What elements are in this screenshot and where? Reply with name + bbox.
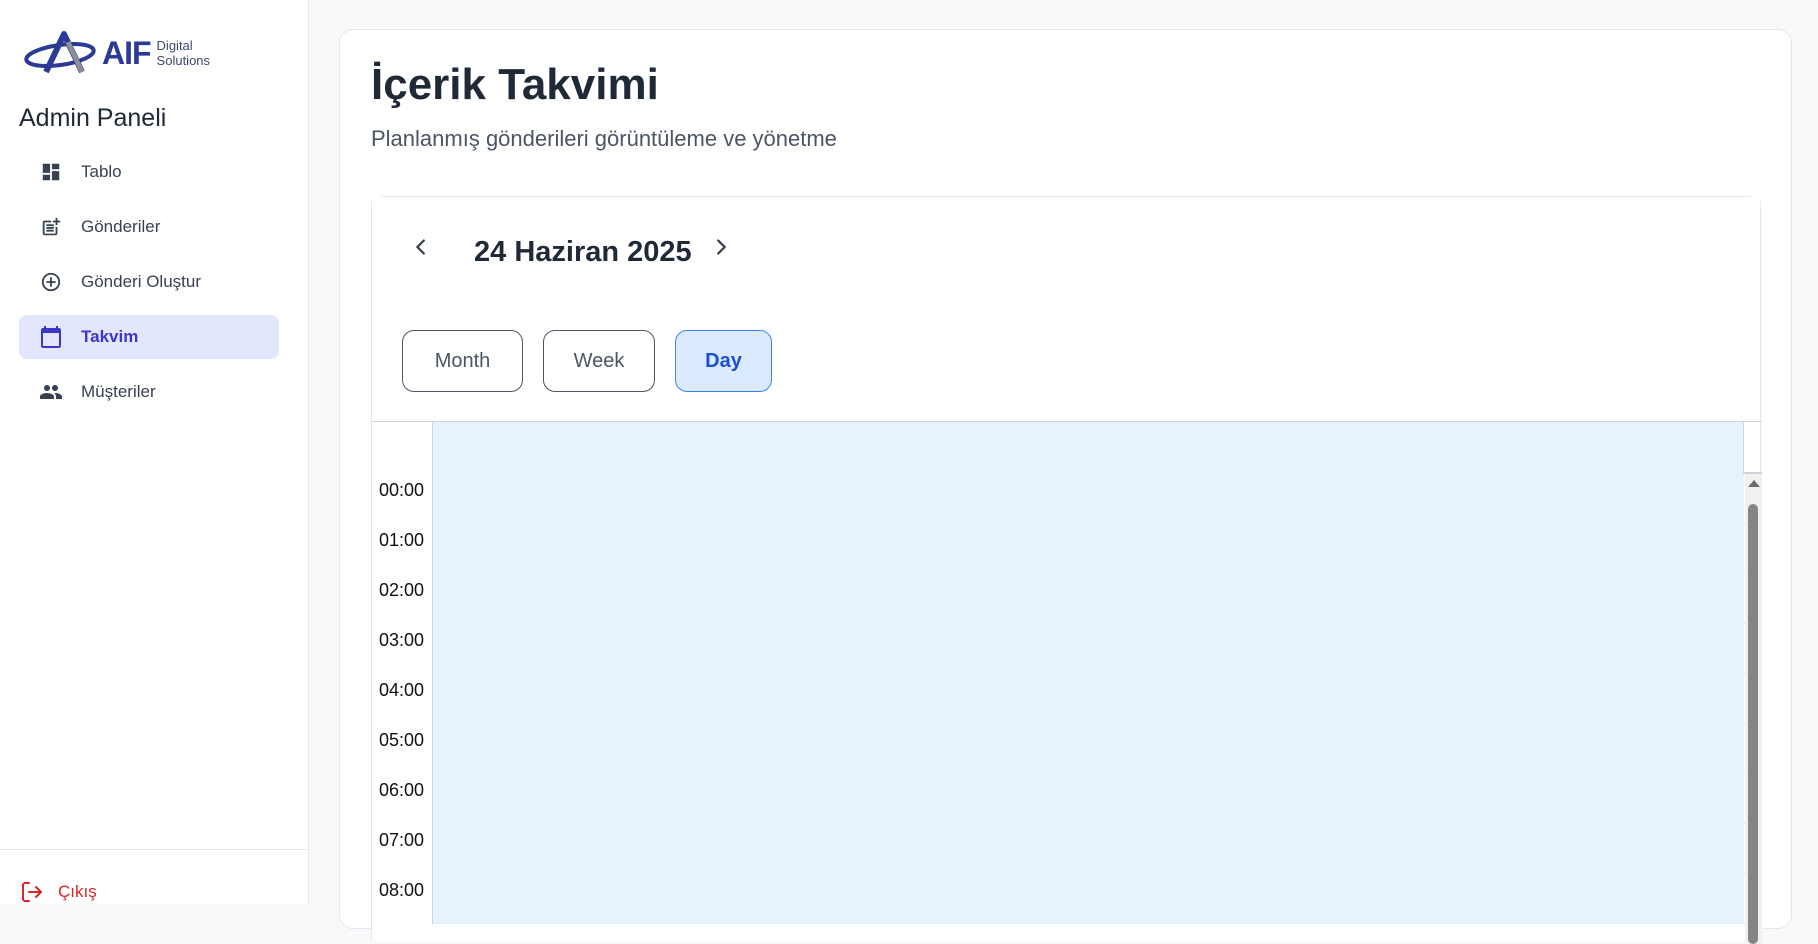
scroll-up-arrow-icon[interactable] bbox=[1748, 480, 1760, 487]
hour-label: 05:00 bbox=[372, 724, 433, 774]
day-view-button[interactable]: Day bbox=[675, 330, 772, 392]
time-slot[interactable] bbox=[433, 724, 1744, 774]
hour-row: 08:00 bbox=[372, 874, 1762, 924]
grid-scrollbar[interactable] bbox=[1745, 474, 1762, 944]
people-icon bbox=[39, 380, 63, 404]
half-hour-line bbox=[433, 599, 1744, 600]
hour-label: 03:00 bbox=[372, 624, 433, 674]
day-column-header[interactable] bbox=[433, 422, 1744, 474]
hour-row: 04:00 bbox=[372, 674, 1762, 724]
sidebar-nav: Tablo Gönderiler Gönderi Oluştur Takvim … bbox=[19, 150, 279, 425]
hour-label: 02:00 bbox=[372, 574, 433, 624]
logout-button[interactable]: Çıkış bbox=[20, 880, 97, 904]
month-view-button[interactable]: Month bbox=[402, 330, 523, 392]
half-hour-line bbox=[433, 749, 1744, 750]
half-hour-line bbox=[433, 699, 1744, 700]
logo-icon bbox=[24, 31, 96, 74]
post-add-icon bbox=[39, 215, 63, 239]
calendar-toolbar: 24 Haziran 2025 bbox=[372, 201, 1760, 301]
brand-subtitle: Digital Solutions bbox=[157, 38, 210, 68]
dashboard-icon bbox=[39, 160, 63, 184]
week-view-button[interactable]: Week bbox=[543, 330, 655, 392]
hour-row: 00:00 bbox=[372, 474, 1762, 524]
sidebar-item-label: Gönderiler bbox=[81, 217, 161, 236]
time-slot[interactable] bbox=[433, 474, 1744, 524]
chevron-left-icon bbox=[416, 239, 425, 255]
time-gutter-header bbox=[372, 422, 433, 474]
hour-label: 04:00 bbox=[372, 674, 433, 724]
card-divider bbox=[381, 196, 1751, 197]
time-slot[interactable] bbox=[433, 674, 1744, 724]
brand-sub-line2: Solutions bbox=[156, 53, 211, 68]
current-date: 24 Haziran 2025 bbox=[474, 236, 692, 268]
hour-label: 08:00 bbox=[372, 874, 433, 924]
hour-row: 07:00 bbox=[372, 824, 1762, 874]
half-hour-line bbox=[433, 649, 1744, 650]
admin-panel-title: Admin Paneli bbox=[19, 104, 167, 132]
add-circle-icon bbox=[39, 270, 63, 294]
time-slot[interactable] bbox=[433, 624, 1744, 674]
sidebar-item-gonderi-olustur[interactable]: Gönderi Oluştur bbox=[19, 260, 279, 304]
sidebar-divider bbox=[0, 849, 309, 850]
time-slot[interactable] bbox=[433, 824, 1744, 874]
next-day-button[interactable] bbox=[705, 231, 737, 263]
half-hour-line bbox=[433, 549, 1744, 550]
hour-row: 05:00 bbox=[372, 724, 1762, 774]
hour-row: 02:00 bbox=[372, 574, 1762, 624]
calendar: 24 Haziran 2025 Month Week Day 00:00 01:… bbox=[371, 201, 1762, 944]
time-slot[interactable] bbox=[433, 524, 1744, 574]
brand-sub-line1: Digital bbox=[156, 38, 193, 53]
hour-label: 07:00 bbox=[372, 824, 433, 874]
logout-label: Çıkış bbox=[58, 882, 97, 901]
logout-icon bbox=[20, 880, 44, 904]
chevron-right-icon bbox=[717, 239, 726, 255]
hour-label: 01:00 bbox=[372, 524, 433, 574]
time-slot[interactable] bbox=[433, 874, 1744, 924]
sidebar-item-label: Tablo bbox=[81, 162, 122, 181]
hour-label: 06:00 bbox=[372, 774, 433, 824]
sidebar-item-label: Takvim bbox=[81, 327, 139, 346]
sidebar: AIF Digital Solutions Admin Paneli Tablo… bbox=[0, 0, 309, 904]
sidebar-item-gonderiler[interactable]: Gönderiler bbox=[19, 205, 279, 249]
time-slot[interactable] bbox=[433, 774, 1744, 824]
grid-header bbox=[372, 422, 1762, 474]
hour-row: 06:00 bbox=[372, 774, 1762, 824]
half-hour-line bbox=[433, 899, 1744, 900]
scroll-thumb[interactable] bbox=[1748, 504, 1758, 944]
sidebar-item-tablo[interactable]: Tablo bbox=[19, 150, 279, 194]
half-hour-line bbox=[433, 799, 1744, 800]
sidebar-item-label: Müşteriler bbox=[81, 382, 156, 401]
hour-row: 01:00 bbox=[372, 524, 1762, 574]
time-slot[interactable] bbox=[433, 574, 1744, 624]
sidebar-item-takvim[interactable]: Takvim bbox=[19, 315, 279, 359]
page-subtitle: Planlanmış gönderileri görüntüleme ve yö… bbox=[371, 126, 837, 151]
hour-label: 00:00 bbox=[372, 474, 433, 524]
page-title: İçerik Takvimi bbox=[371, 60, 659, 109]
day-grid: 00:00 01:00 02:00 03:00 04:00 05:00 06:0… bbox=[372, 421, 1762, 944]
sidebar-item-musteriler[interactable]: Müşteriler bbox=[19, 370, 279, 414]
half-hour-line bbox=[433, 849, 1744, 850]
half-hour-line bbox=[433, 499, 1744, 500]
content-card: İçerik Takvimi Planlanmış gönderileri gö… bbox=[339, 29, 1792, 944]
brand-name: AIF bbox=[102, 34, 152, 71]
sidebar-item-label: Gönderi Oluştur bbox=[81, 272, 201, 291]
calendar-icon bbox=[39, 325, 63, 349]
hour-row: 03:00 bbox=[372, 624, 1762, 674]
time-grid: 00:00 01:00 02:00 03:00 04:00 05:00 06:0… bbox=[372, 474, 1762, 944]
prev-day-button[interactable] bbox=[405, 231, 437, 263]
brand-logo[interactable]: AIF Digital Solutions bbox=[24, 28, 210, 78]
